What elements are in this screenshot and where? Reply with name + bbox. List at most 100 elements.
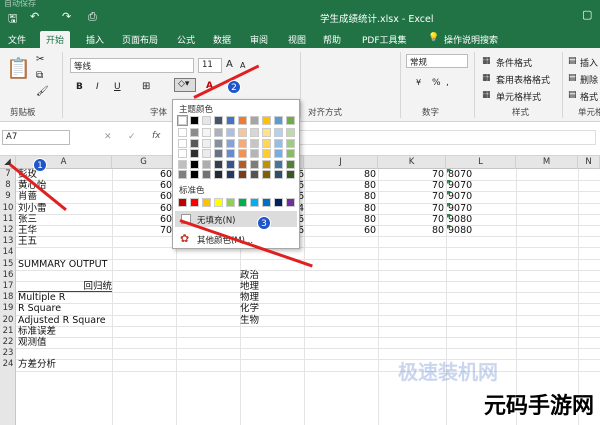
column-header[interactable]: L bbox=[446, 156, 516, 169]
tab-home[interactable]: 开始 bbox=[40, 31, 71, 48]
color-swatch[interactable] bbox=[274, 138, 283, 148]
color-swatch[interactable] bbox=[202, 170, 211, 179]
undo-icon[interactable]: ↶ bbox=[30, 10, 39, 23]
italic-button[interactable]: I bbox=[96, 82, 99, 92]
cell[interactable]: 化学 bbox=[240, 303, 259, 314]
tab-insert[interactable]: 插入 bbox=[86, 33, 104, 46]
row-header[interactable]: 10 bbox=[0, 203, 16, 214]
color-swatch[interactable] bbox=[214, 128, 223, 137]
cell[interactable]: R Square bbox=[18, 303, 61, 314]
format-painter-icon[interactable]: 🖌 bbox=[36, 86, 49, 97]
color-swatch[interactable] bbox=[178, 128, 187, 137]
row-header[interactable]: 9 bbox=[0, 191, 16, 202]
column-header[interactable]: N bbox=[578, 156, 600, 169]
row-header[interactable]: 15 bbox=[0, 259, 16, 270]
insert-cells-button[interactable]: 插入 bbox=[580, 56, 598, 69]
cell[interactable]: 70 bbox=[432, 191, 444, 202]
color-swatch[interactable] bbox=[190, 198, 199, 207]
number-format-select[interactable]: 常规 bbox=[406, 54, 468, 68]
cut-icon[interactable]: ✂ bbox=[36, 54, 44, 65]
enter-icon[interactable]: ✓ bbox=[128, 132, 136, 142]
row-header[interactable]: 20 bbox=[0, 315, 16, 326]
tab-view[interactable]: 视图 bbox=[288, 33, 306, 46]
cell[interactable]: 王华 bbox=[18, 225, 37, 236]
color-swatch[interactable] bbox=[262, 159, 271, 169]
color-swatch[interactable] bbox=[202, 149, 211, 158]
color-swatch[interactable] bbox=[214, 149, 223, 158]
color-swatch[interactable] bbox=[274, 149, 283, 158]
color-swatch[interactable] bbox=[202, 128, 211, 137]
cell[interactable]: 物理 bbox=[240, 292, 259, 303]
color-swatch[interactable] bbox=[202, 116, 211, 125]
cell[interactable]: 政治 bbox=[240, 270, 259, 281]
save-icon[interactable]: 🖫 bbox=[8, 10, 17, 29]
print-preview-icon[interactable]: ⎙ bbox=[88, 10, 97, 24]
borders-icon[interactable]: ⊞ bbox=[142, 81, 150, 92]
color-swatch[interactable] bbox=[274, 128, 283, 137]
color-swatch[interactable] bbox=[250, 149, 259, 158]
bold-button[interactable]: B bbox=[76, 82, 83, 92]
currency-icon[interactable]: ¥ bbox=[416, 78, 421, 87]
percent-button[interactable]: % bbox=[432, 78, 441, 88]
color-swatch[interactable] bbox=[202, 198, 211, 207]
color-swatch[interactable] bbox=[274, 116, 283, 125]
row-header[interactable]: 17 bbox=[0, 281, 16, 292]
color-swatch[interactable] bbox=[190, 128, 199, 137]
cell[interactable]: 60 bbox=[160, 203, 172, 214]
underline-button[interactable]: U bbox=[114, 82, 121, 92]
shrink-font-button[interactable]: A bbox=[240, 61, 245, 70]
column-header[interactable]: M bbox=[516, 156, 578, 169]
grow-font-button[interactable]: A bbox=[226, 59, 233, 70]
color-swatch[interactable] bbox=[238, 198, 247, 207]
color-swatch[interactable] bbox=[190, 116, 199, 125]
color-swatch[interactable] bbox=[202, 159, 211, 169]
color-swatch[interactable] bbox=[178, 198, 187, 207]
color-swatch[interactable] bbox=[226, 116, 235, 125]
cell[interactable]: 70 bbox=[160, 225, 172, 236]
font-name-select[interactable]: 等线 bbox=[70, 58, 194, 73]
color-swatch[interactable] bbox=[226, 149, 235, 158]
color-swatch[interactable] bbox=[238, 149, 247, 158]
cell[interactable]: 标准误差 bbox=[18, 326, 56, 337]
copy-icon[interactable]: ⧉ bbox=[36, 70, 43, 81]
row-header[interactable]: 7 bbox=[0, 169, 16, 180]
row-header[interactable]: 12 bbox=[0, 225, 16, 236]
color-swatch[interactable] bbox=[286, 198, 295, 207]
font-size-select[interactable]: 11 bbox=[198, 58, 222, 73]
row-header[interactable]: 21 bbox=[0, 326, 16, 337]
row-header[interactable]: 14 bbox=[0, 247, 16, 258]
row-header[interactable]: 13 bbox=[0, 236, 16, 247]
color-swatch[interactable] bbox=[238, 116, 247, 125]
color-swatch[interactable] bbox=[178, 159, 187, 169]
color-swatch[interactable] bbox=[262, 149, 271, 158]
color-swatch[interactable] bbox=[286, 170, 295, 179]
cell[interactable]: 70 bbox=[432, 169, 444, 180]
color-swatch[interactable] bbox=[238, 159, 247, 169]
name-box[interactable]: A7 bbox=[2, 130, 70, 145]
cell[interactable]: 80 bbox=[364, 191, 376, 202]
cell[interactable]: 80 bbox=[432, 225, 444, 236]
row-header[interactable]: 23 bbox=[0, 348, 16, 359]
cell[interactable]: 60 bbox=[160, 169, 172, 180]
cell[interactable]: 回归统 bbox=[18, 281, 112, 293]
color-swatch[interactable] bbox=[262, 128, 271, 137]
color-swatch[interactable] bbox=[190, 170, 199, 179]
cell-style-button[interactable]: 单元格样式 bbox=[496, 90, 541, 103]
cell[interactable]: 60 bbox=[160, 180, 172, 191]
paste-icon[interactable]: 📋 bbox=[6, 56, 31, 80]
cancel-icon[interactable]: ✕ bbox=[104, 132, 112, 142]
cell[interactable]: 60 bbox=[364, 225, 376, 236]
cell[interactable]: 9070 bbox=[448, 191, 472, 202]
color-swatch[interactable] bbox=[178, 138, 187, 148]
cell[interactable]: 9070 bbox=[448, 203, 472, 214]
column-header[interactable]: A bbox=[16, 156, 112, 169]
cell[interactable]: 生物 bbox=[240, 315, 259, 326]
color-swatch[interactable] bbox=[238, 138, 247, 148]
row-header[interactable]: 8 bbox=[0, 180, 16, 191]
row-header[interactable]: 16 bbox=[0, 270, 16, 281]
cell[interactable]: SUMMARY OUTPUT bbox=[18, 259, 107, 270]
color-swatch[interactable] bbox=[214, 170, 223, 179]
cell[interactable]: 70 bbox=[432, 180, 444, 191]
cell[interactable]: 60 bbox=[160, 214, 172, 225]
color-swatch[interactable] bbox=[274, 170, 283, 179]
